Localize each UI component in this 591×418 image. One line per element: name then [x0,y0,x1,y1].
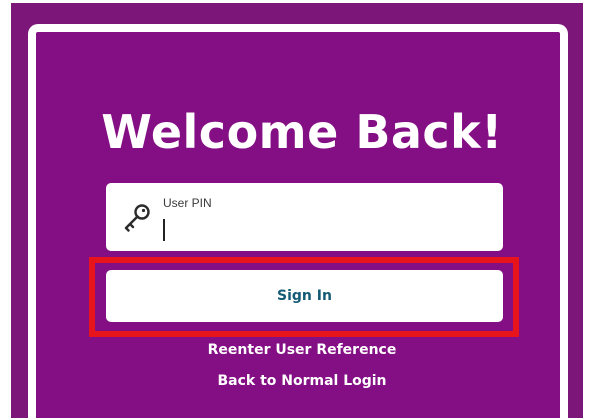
reenter-user-reference-link[interactable]: Reenter User Reference [28,341,576,359]
user-pin-input[interactable] [160,213,490,241]
key-icon [120,201,154,235]
sign-in-button[interactable]: Sign In [106,270,503,322]
page-title: Welcome Back! [101,105,503,159]
text-cursor [163,219,165,241]
user-pin-label: User PIN [163,196,212,210]
user-pin-field[interactable]: User PIN [106,183,503,251]
back-to-normal-login-link[interactable]: Back to Normal Login [28,372,576,390]
